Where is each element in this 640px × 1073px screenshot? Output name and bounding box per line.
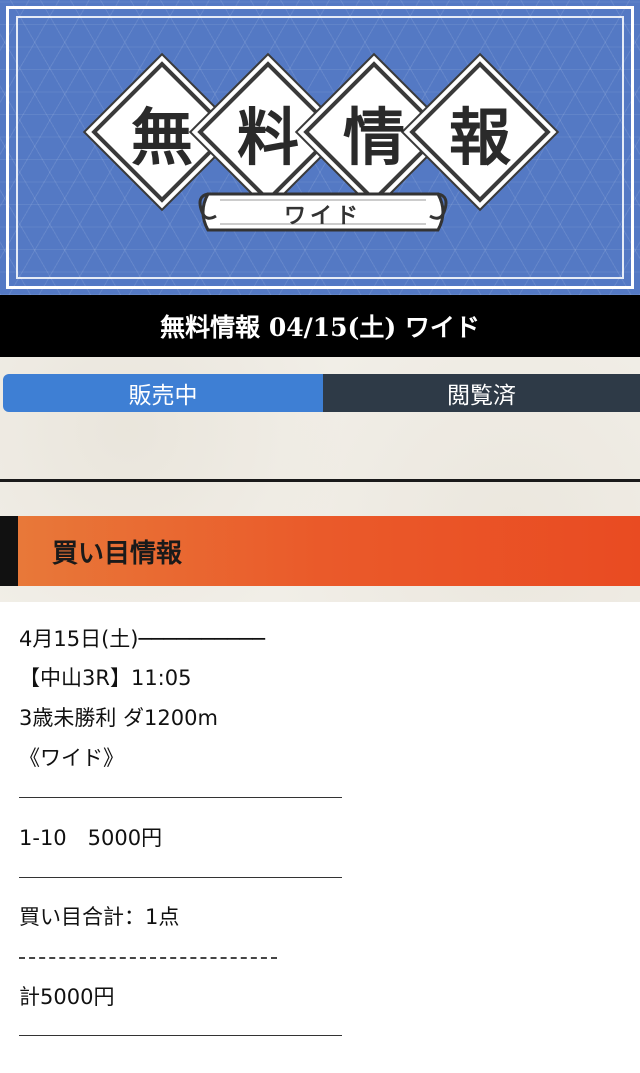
section-divider [0, 479, 640, 482]
total-amount-line: 計5000円 [19, 985, 115, 1009]
tab-on-sale[interactable]: 販売中 [3, 374, 323, 412]
bet-type-line: 《ワイド》 [19, 746, 124, 770]
content-rule-1 [19, 797, 342, 798]
page-title-bar: 無料情報 04/15(土) ワイド [0, 295, 640, 357]
status-tabs: 販売中 閲覧済 [3, 374, 640, 412]
content-rule-3 [19, 1035, 342, 1036]
free-info-banner: 無 料 情 報 ワイド [0, 0, 640, 295]
race-venue-line: 【中山3R】11:05 [19, 666, 192, 690]
race-class-line: 3歳未勝利 ダ1200m [19, 706, 218, 730]
page-title: 無料情報 04/15(土) ワイド [160, 313, 480, 342]
tab-on-sale-label: 販売中 [128, 383, 198, 409]
banner-char-4: 報 [448, 101, 511, 174]
section-header: 買い目情報 [0, 516, 640, 586]
banner-char-3: 情 [342, 101, 405, 174]
banner-char-2: 料 [236, 101, 299, 174]
section-header-accent [0, 516, 18, 586]
race-date-line: 4月15日(土)────────── [19, 627, 265, 651]
tab-viewed[interactable]: 閲覧済 [323, 374, 640, 412]
content-dashed-rule [19, 957, 277, 959]
section-title: 買い目情報 [52, 538, 183, 569]
bet-info-content: 4月15日(土)────────── 【中山3R】11:05 3歳未勝利 ダ12… [0, 602, 640, 1073]
tab-viewed-label: 閲覧済 [447, 383, 516, 409]
total-points-line: 買い目合計：1点 [19, 905, 180, 929]
bet-line: 1-10 5000円 [19, 826, 163, 850]
banner-char-1: 無 [130, 101, 193, 174]
content-rule-2 [19, 877, 342, 878]
banner-ribbon-label: ワイド [283, 203, 362, 229]
